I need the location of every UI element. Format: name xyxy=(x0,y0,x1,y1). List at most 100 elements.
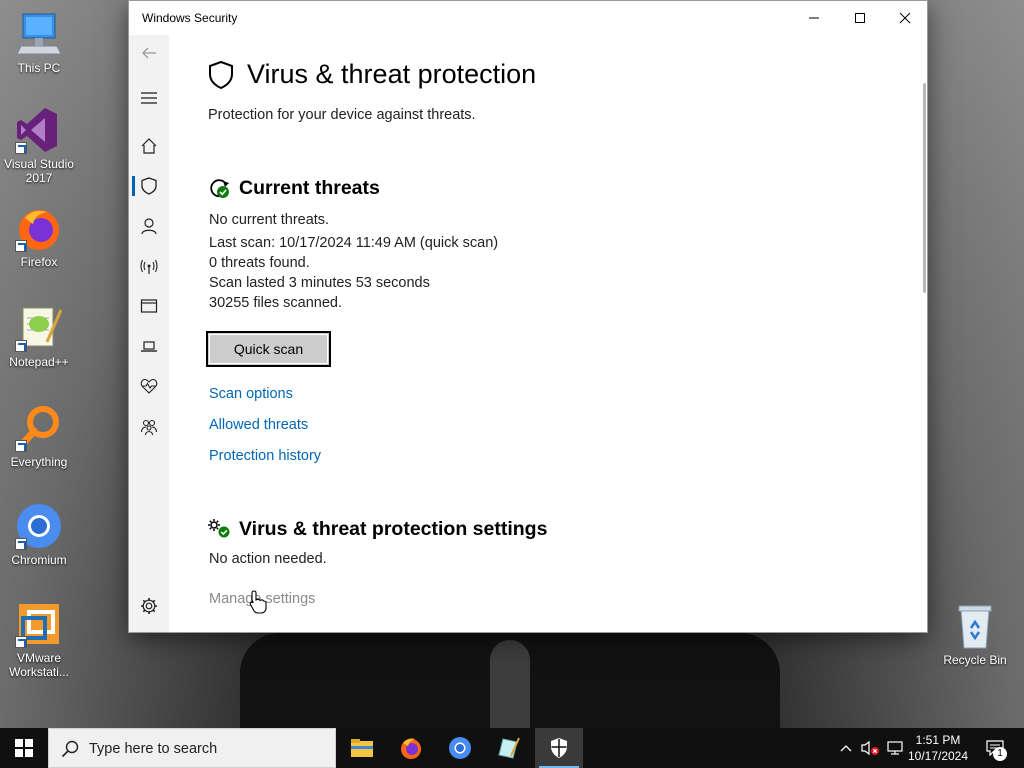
taskbar: Type here to search 1:51 PM 10/17/2024 1 xyxy=(0,728,1024,768)
taskbar-file-explorer[interactable] xyxy=(338,728,386,768)
desktop-icon-label: Everything xyxy=(10,455,68,469)
firefox-icon xyxy=(401,738,421,759)
hand-cursor-icon xyxy=(249,590,267,614)
desktop-icon-notepadpp[interactable]: Notepad++ xyxy=(0,304,78,369)
file-explorer-icon xyxy=(351,739,373,757)
settings-check-icon xyxy=(208,519,230,538)
family-icon xyxy=(140,419,158,436)
notepadpp-icon xyxy=(15,304,63,352)
chromium-icon xyxy=(15,502,63,550)
wallpaper-detail xyxy=(490,640,530,730)
last-scan-info: Last scan: 10/17/2024 11:49 AM (quick sc… xyxy=(209,235,499,251)
shield-icon xyxy=(209,60,233,90)
taskbar-chromium[interactable] xyxy=(436,728,484,768)
settings-section-title: Virus & threat protection settings xyxy=(239,518,548,540)
vmware-icon xyxy=(15,600,63,648)
settings-status: No action needed. xyxy=(209,551,327,567)
laptop-icon xyxy=(141,341,157,352)
chromium-icon xyxy=(449,737,471,759)
desktop-icon-label: Recycle Bin xyxy=(943,653,1007,667)
chevron-up-icon xyxy=(840,745,852,752)
back-arrow-icon xyxy=(142,47,156,59)
firefox-icon xyxy=(15,204,63,252)
notification-count-badge: 1 xyxy=(993,747,1007,761)
desktop-icon-label: Firefox xyxy=(20,255,58,269)
navigation-rail xyxy=(129,35,169,632)
quick-scan-button[interactable]: Quick scan xyxy=(206,331,331,367)
desktop-icon-everything[interactable]: Everything xyxy=(0,404,78,469)
start-button[interactable] xyxy=(0,728,48,768)
visual-studio-icon xyxy=(15,106,63,154)
scrollbar[interactable] xyxy=(923,83,926,293)
person-icon xyxy=(141,218,157,235)
window-title: Windows Security xyxy=(142,11,238,25)
desktop-icon-firefox[interactable]: Firefox xyxy=(0,204,78,269)
maximize-icon xyxy=(855,13,865,23)
everything-search-icon xyxy=(15,404,63,452)
speaker-muted-icon xyxy=(861,740,879,756)
desktop-icon-label: This PC xyxy=(17,61,61,75)
back-button[interactable] xyxy=(129,37,169,69)
protection-history-link[interactable]: Protection history xyxy=(209,448,321,464)
taskbar-windows-security[interactable] xyxy=(535,728,583,768)
desktop-icon-visual-studio[interactable]: Visual Studio 2017 xyxy=(0,106,78,185)
nav-home[interactable] xyxy=(129,130,169,162)
desktop-icon-label: Chromium xyxy=(11,553,67,567)
nav-account-protection[interactable] xyxy=(129,210,169,242)
files-scanned: 30255 files scanned. xyxy=(209,295,343,311)
hamburger-icon xyxy=(141,92,157,104)
desktop-icon-this-pc[interactable]: This PC xyxy=(0,10,78,75)
nav-app-browser[interactable] xyxy=(129,290,169,322)
desktop-icon-label: VMware Workstati... xyxy=(9,651,69,679)
threat-status: No current threats. xyxy=(209,212,330,228)
scan-options-link[interactable]: Scan options xyxy=(209,386,293,402)
shield-icon xyxy=(141,177,157,195)
nav-virus-protection[interactable] xyxy=(129,170,169,202)
threats-found: 0 threats found. xyxy=(209,255,310,271)
current-threats-title: Current threats xyxy=(239,177,380,199)
action-center-button[interactable]: 1 xyxy=(980,728,1010,768)
nav-firewall[interactable] xyxy=(129,250,169,282)
close-icon xyxy=(899,12,911,24)
nav-device-health[interactable] xyxy=(129,370,169,402)
allowed-threats-link[interactable]: Allowed threats xyxy=(209,417,308,433)
windows-security-icon xyxy=(551,738,567,758)
windows-logo-icon xyxy=(15,739,33,757)
search-icon xyxy=(61,740,79,758)
nav-settings[interactable] xyxy=(129,590,169,622)
clock-date: 10/17/2024 xyxy=(907,749,969,763)
app-browser-icon xyxy=(140,299,158,313)
close-button[interactable] xyxy=(882,1,928,35)
windows-security-window: Windows Security Virus & threat protecti… xyxy=(128,0,928,633)
wireless-icon xyxy=(140,259,158,274)
refresh-check-icon xyxy=(210,179,229,198)
scan-duration: Scan lasted 3 minutes 53 seconds xyxy=(209,275,430,291)
minimize-icon xyxy=(809,17,819,19)
desktop-icon-vmware[interactable]: VMware Workstati... xyxy=(0,600,78,679)
maximize-button[interactable] xyxy=(837,1,883,35)
taskbar-firefox[interactable] xyxy=(387,728,435,768)
taskbar-notepadpp[interactable] xyxy=(485,728,533,768)
clock-time: 1:51 PM xyxy=(915,733,961,747)
page-subtitle: Protection for your device against threa… xyxy=(208,107,476,123)
taskbar-clock[interactable]: 1:51 PM 10/17/2024 xyxy=(902,732,974,764)
nav-family-options[interactable] xyxy=(129,411,169,443)
show-hidden-icons-button[interactable] xyxy=(836,728,856,768)
menu-button[interactable] xyxy=(129,82,169,114)
recycle-bin-icon xyxy=(951,602,999,650)
minimize-button[interactable] xyxy=(791,1,837,35)
gear-icon xyxy=(141,598,157,614)
desktop-icon-label: Notepad++ xyxy=(9,355,69,369)
home-icon xyxy=(141,138,157,154)
title-bar[interactable]: Windows Security xyxy=(129,1,927,35)
heart-pulse-icon xyxy=(140,378,158,394)
page-title: Virus & threat protection xyxy=(247,59,537,89)
desktop-icon-chromium[interactable]: Chromium xyxy=(0,502,78,567)
volume-button[interactable] xyxy=(858,728,882,768)
desktop-icon-recycle-bin[interactable]: Recycle Bin xyxy=(936,602,1014,667)
search-placeholder: Type here to search xyxy=(89,741,218,757)
nav-device-security[interactable] xyxy=(129,330,169,362)
notepadpp-icon xyxy=(498,737,520,759)
desktop-icon-label: Visual Studio 2017 xyxy=(4,157,74,185)
taskbar-search[interactable]: Type here to search xyxy=(48,728,336,768)
